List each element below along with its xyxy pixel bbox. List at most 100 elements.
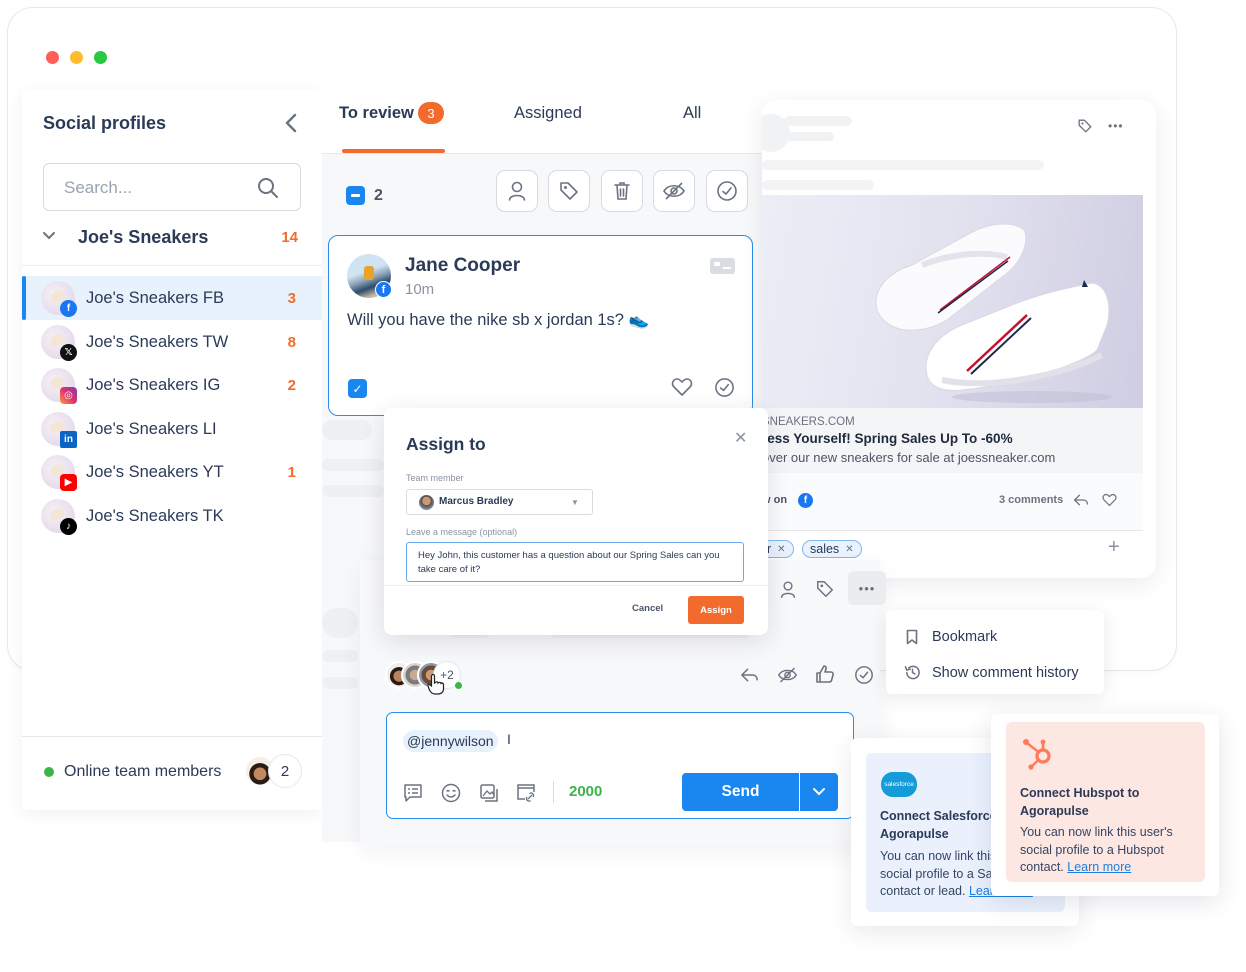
menu-item-bookmark[interactable]: Bookmark [902, 626, 1102, 650]
search-icon[interactable] [256, 176, 280, 200]
tab-to-review[interactable]: To review [339, 104, 414, 123]
link-description: over our new sneakers for sale at joessn… [762, 450, 1056, 465]
profile-name: Joe's Sneakers FB [86, 289, 224, 307]
link-preview[interactable]: SNEAKERS.COM ress Yourself! Spring Sales… [762, 408, 1143, 473]
reply-icon[interactable] [1073, 493, 1089, 507]
tag-icon[interactable] [1077, 118, 1093, 134]
online-status-dot [455, 682, 462, 689]
inbox-tabs: To review 3 Assigned All [322, 72, 762, 154]
hubspot-logo-icon [1023, 739, 1051, 770]
send-options-button[interactable] [800, 773, 838, 811]
saved-replies-icon[interactable] [402, 782, 424, 804]
like-icon[interactable] [1102, 493, 1117, 507]
placeholder [322, 420, 372, 440]
sidebar-item-facebook[interactable]: f Joe's Sneakers FB 3 [22, 276, 322, 320]
hide-icon[interactable] [777, 666, 798, 684]
send-button[interactable]: Send [682, 773, 799, 811]
tag-label: sales [810, 542, 840, 556]
like-icon[interactable] [671, 377, 693, 397]
window-minimize-button[interactable] [70, 51, 83, 64]
hubspot-panel: Connect Hubspot to Agorapulse You can no… [1006, 722, 1205, 882]
reply-icon[interactable] [740, 667, 759, 683]
placeholder [762, 180, 874, 190]
window-close-button[interactable] [46, 51, 59, 64]
message-card[interactable]: f Jane Cooper 10m Will you have the nike… [328, 235, 753, 416]
hubspot-integration-card: Connect Hubspot to Agorapulse You can no… [991, 714, 1219, 896]
placeholder [322, 650, 358, 662]
chevron-down-icon[interactable] [42, 231, 56, 241]
sidebar-title: Social profiles [43, 113, 167, 133]
window-maximize-button[interactable] [94, 51, 107, 64]
bulk-assign-button[interactable] [496, 170, 538, 212]
tab-assigned[interactable]: Assigned [514, 104, 582, 123]
tag-icon [560, 182, 578, 200]
check-circle-icon[interactable] [854, 665, 874, 685]
sidebar-item-youtube[interactable]: ▶ Joe's Sneakers YT 1 [22, 450, 322, 494]
bulk-mark-reviewed-button[interactable] [706, 170, 748, 212]
assign-message-textarea[interactable]: Hey John, this customer has a question a… [406, 542, 744, 582]
placeholder [322, 459, 384, 471]
divider [553, 781, 554, 803]
team-member-select[interactable]: Marcus Bradley ▼ [406, 489, 593, 515]
menu-item-comment-history[interactable]: Show comment history [902, 662, 1102, 686]
more-options-button[interactable]: ••• [848, 571, 886, 605]
add-tag-icon[interactable]: + [1108, 536, 1120, 559]
sidebar-item-tiktok[interactable]: ♪ Joe's Sneakers TK [22, 494, 322, 538]
link-headline: ress Yourself! Spring Sales Up To -60% [762, 431, 1013, 446]
placeholder [784, 116, 852, 126]
search-placeholder: Search... [64, 178, 133, 197]
mention-chip[interactable]: @jennywilson [403, 730, 498, 752]
profile-name: Joe's Sneakers LI [86, 419, 217, 438]
online-member-count[interactable]: 2 [268, 754, 302, 788]
link-domain: SNEAKERS.COM [762, 416, 855, 428]
salesforce-logo: salesforce [881, 772, 917, 797]
message-select-checkbox[interactable]: ✓ [348, 379, 367, 398]
more-options-menu: Bookmark Show comment history [886, 610, 1104, 694]
comments-count[interactable]: 3 comments [999, 494, 1063, 506]
remove-tag-icon[interactable]: ✕ [777, 544, 785, 555]
bulk-tag-button[interactable] [548, 170, 590, 212]
sneaker-image [875, 223, 1112, 403]
tag-icon[interactable] [815, 579, 835, 599]
text-cursor: I [507, 731, 511, 747]
profile-search-input[interactable]: Search... [43, 163, 301, 211]
sidebar-item-x[interactable]: 𝕏 Joe's Sneakers TW 8 [22, 320, 322, 364]
close-icon[interactable]: ✕ [734, 428, 747, 448]
post-preview-card: ••• SNEAKERS.COM ress Yourself! Spring S… [762, 100, 1156, 578]
profile-name: Joe's Sneakers TK [86, 507, 224, 525]
thumbs-up-icon[interactable] [815, 664, 835, 684]
placeholder [762, 160, 1044, 170]
group-count-badge: 14 [281, 229, 298, 246]
sidebar-item-linkedin[interactable]: in Joe's Sneakers LI [22, 407, 322, 451]
more-options-icon[interactable]: ••• [1108, 119, 1124, 133]
emoji-icon[interactable] [440, 782, 462, 804]
mark-reviewed-icon[interactable] [714, 377, 735, 398]
modal-title: Assign to [406, 434, 486, 454]
message-time: 10m [405, 281, 435, 298]
member-avatar [419, 495, 434, 510]
assign-modal: Assign to ✕ Team member Marcus Bradley ▼… [384, 408, 768, 635]
profile-unread-count: 3 [287, 290, 296, 307]
facebook-icon[interactable]: f [798, 493, 813, 508]
message-label: Leave a message (optional) [406, 527, 518, 537]
profile-group-joes-sneakers[interactable]: Joe's Sneakers 14 [40, 225, 304, 251]
assign-user-icon[interactable] [779, 580, 797, 599]
caret-down-icon: ▼ [571, 498, 579, 507]
reply-composer[interactable]: @jennywilson I 2000 Send [386, 712, 854, 819]
tab-all[interactable]: All [683, 104, 701, 123]
remove-tag-icon[interactable]: ✕ [845, 544, 853, 555]
contact-card-icon[interactable] [710, 258, 735, 274]
bulk-select-checkbox[interactable] [346, 186, 365, 205]
bulk-hide-button[interactable] [653, 170, 695, 212]
image-icon[interactable] [478, 782, 500, 804]
tag-chip[interactable]: sales ✕ [802, 540, 862, 558]
hubspot-learn-more-link[interactable]: Learn more [1067, 860, 1131, 874]
link-preview-icon[interactable] [515, 782, 537, 804]
cancel-button[interactable]: Cancel [632, 603, 663, 614]
assign-button[interactable]: Assign [688, 596, 744, 624]
bulk-delete-button[interactable] [601, 170, 643, 212]
divider [22, 265, 322, 266]
collapse-sidebar-icon[interactable] [284, 112, 298, 134]
post-footer: w on f 3 comments [762, 473, 1143, 531]
sidebar-item-instagram[interactable]: ◎ Joe's Sneakers IG 2 [22, 363, 322, 407]
